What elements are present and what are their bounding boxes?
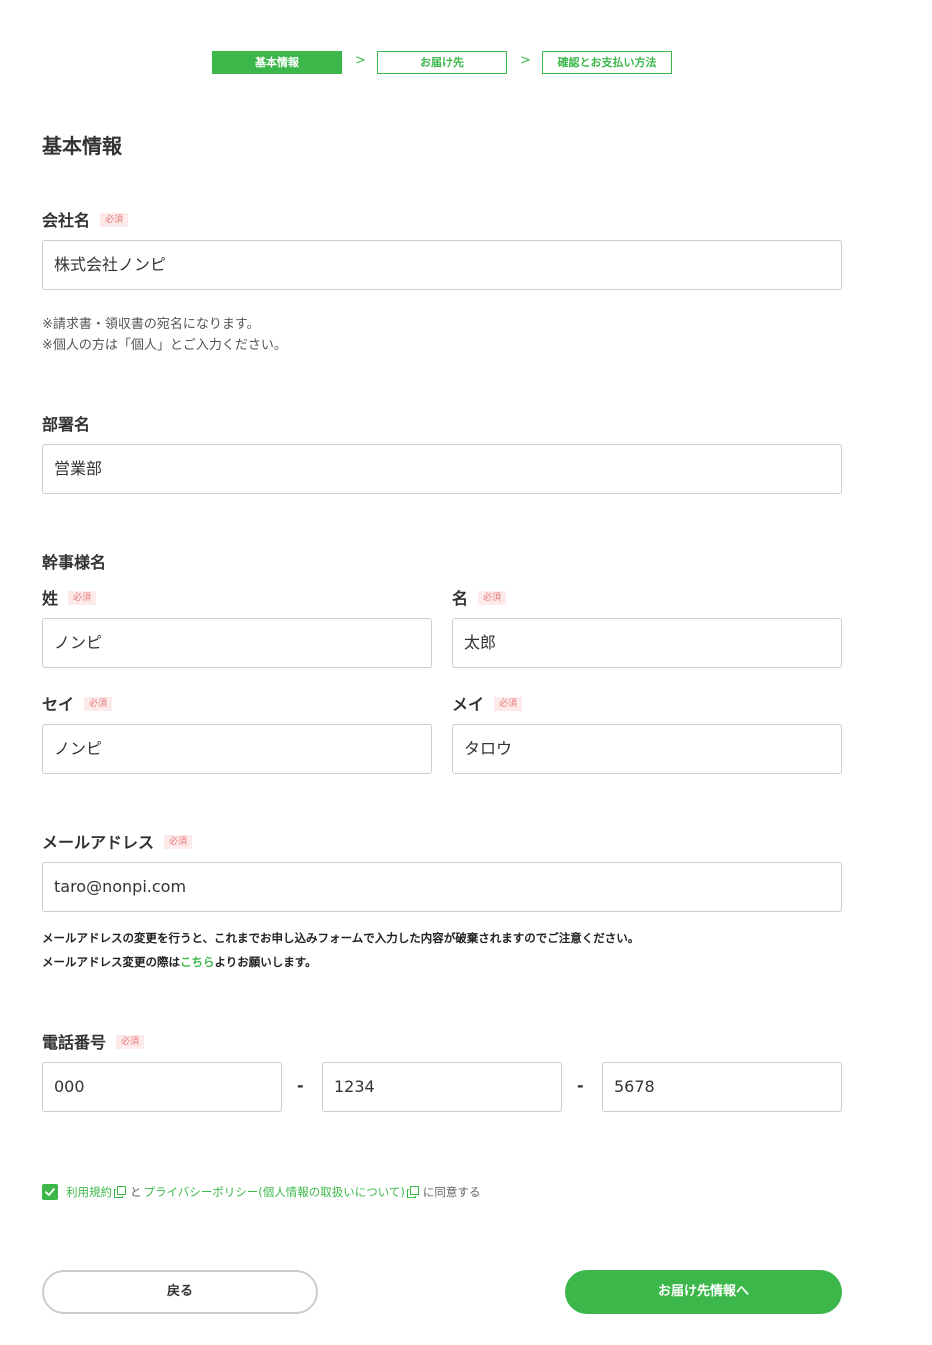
back-button[interactable]: 戻る	[42, 1270, 318, 1314]
phone-label: 電話番号 必須	[42, 1029, 145, 1053]
agreement-suffix: に同意する	[422, 1185, 481, 1199]
company-note-2: ※個人の方は「個人」とご入力ください。	[42, 338, 287, 353]
first-kana-input[interactable]: タロウ	[452, 724, 842, 774]
first-name-label: 名必須	[452, 585, 507, 609]
required-badge: 必須	[164, 834, 193, 849]
phone-part1-input[interactable]: 000	[42, 1062, 282, 1112]
company-label: 会社名 必須	[42, 207, 129, 231]
department-label: 部署名	[42, 415, 91, 434]
company-notes: ※請求書・領収書の宛名になります。 ※個人の方は「個人」とご入力ください。	[42, 314, 287, 356]
first-kana-label: メイ 必須	[452, 691, 523, 715]
agreement-connector: と	[130, 1185, 142, 1199]
last-name-input[interactable]: ノンピ	[42, 618, 432, 668]
required-badge: 必須	[494, 696, 523, 711]
phone-part2-input[interactable]: 1234	[322, 1062, 562, 1112]
first-name-input[interactable]: 太郎	[452, 618, 842, 668]
required-badge: 必須	[478, 590, 507, 605]
required-badge: 必須	[68, 590, 97, 605]
next-button[interactable]: お届け先情報へ	[565, 1270, 842, 1314]
department-input[interactable]: 営業部	[42, 444, 842, 494]
step-delivery: お届け先	[377, 51, 507, 74]
required-badge: 必須	[100, 212, 129, 227]
phone-separator: -	[577, 1076, 584, 1095]
phone-part3-input[interactable]: 5678	[602, 1062, 842, 1112]
chevron-right-icon: >	[355, 53, 366, 68]
email-input[interactable]: taro@nonpi.com	[42, 862, 842, 912]
email-warning-1: メールアドレスの変更を行うと、これまでお申し込みフォームで入力した内容が破棄され…	[42, 931, 640, 945]
agreement-row: 利用規約 と プライバシーポリシー(個人情報の取扱いについて) に同意する	[42, 1184, 480, 1200]
email-warning: メールアドレスの変更を行うと、これまでお申し込みフォームで入力した内容が破棄され…	[42, 926, 639, 974]
privacy-policy-link[interactable]: プライバシーポリシー(個人情報の取扱いについて)	[144, 1184, 405, 1200]
page-title: 基本情報	[42, 134, 122, 158]
required-badge: 必須	[84, 696, 113, 711]
step-confirm-payment: 確認とお支払い方法	[542, 51, 672, 74]
company-input[interactable]: 株式会社ノンピ	[42, 240, 842, 290]
phone-separator: -	[297, 1076, 304, 1095]
terms-link[interactable]: 利用規約	[66, 1184, 112, 1200]
step-basic-info: 基本情報	[212, 51, 342, 74]
last-name-label: 姓必須	[42, 585, 97, 609]
check-icon	[45, 1188, 55, 1196]
chevron-right-icon: >	[520, 53, 531, 68]
last-kana-label: セイ 必須	[42, 691, 113, 715]
external-link-icon	[114, 1186, 126, 1198]
email-label: メールアドレス 必須	[42, 829, 193, 853]
last-kana-input[interactable]: ノンピ	[42, 724, 432, 774]
email-warning-2: メールアドレス変更の際はこちらよりお願いします。	[42, 955, 317, 969]
company-note-1: ※請求書・領収書の宛名になります。	[42, 317, 260, 332]
agreement-checkbox[interactable]	[42, 1184, 58, 1200]
external-link-icon	[406, 1186, 419, 1198]
organizer-heading: 幹事様名	[42, 553, 107, 572]
required-badge: 必須	[116, 1034, 145, 1049]
email-change-link[interactable]: こちら	[180, 955, 215, 969]
